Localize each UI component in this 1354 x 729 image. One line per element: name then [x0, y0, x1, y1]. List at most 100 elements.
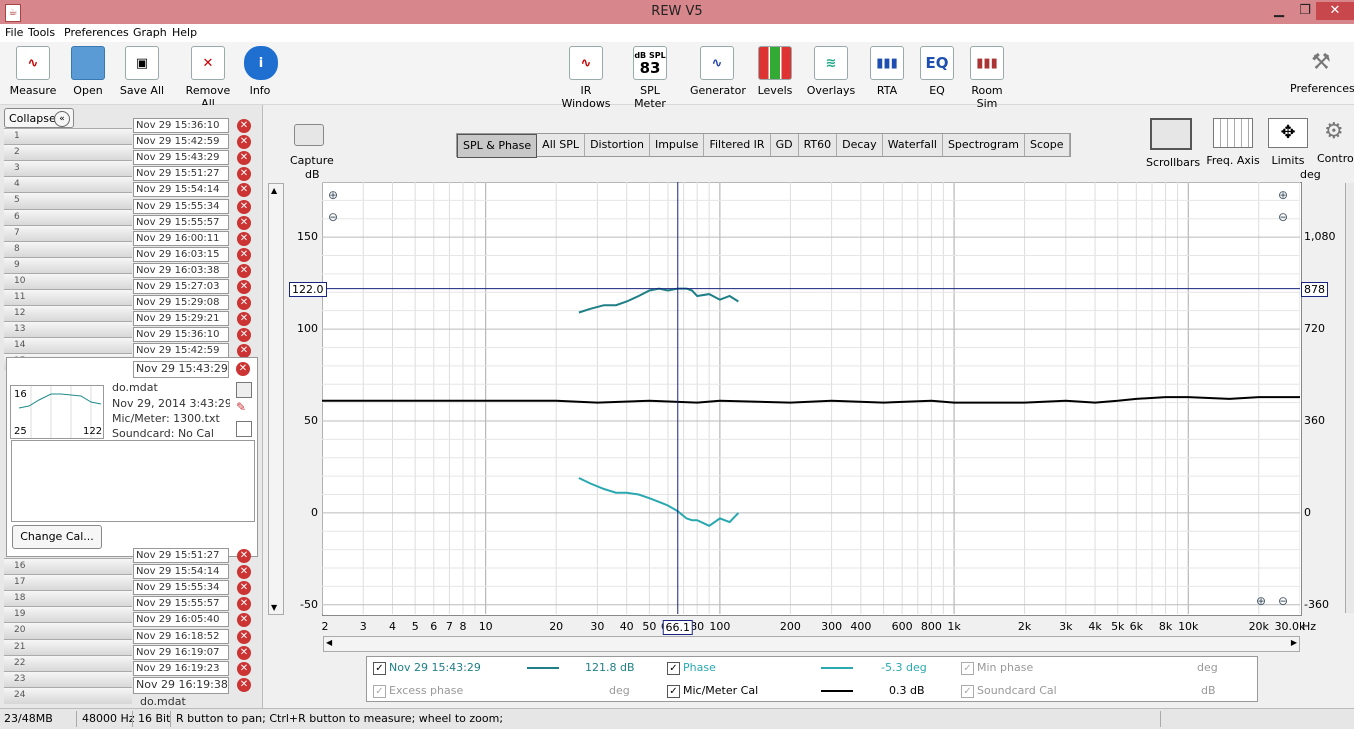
scroll-down-icon[interactable]: ▼: [271, 603, 277, 612]
generator-button[interactable]: ∿ Generator: [690, 46, 746, 97]
measurement-notes-field[interactable]: [11, 440, 255, 522]
selected-measurement-name[interactable]: Nov 29 15:43:29: [133, 361, 229, 378]
remove-measurement-icon[interactable]: ✕: [237, 565, 251, 580]
menu-graph[interactable]: Graph: [133, 26, 167, 39]
room-sim-button[interactable]: ▮▮▮ Room Sim: [960, 46, 1014, 110]
zoom-out-right-icon[interactable]: ⊖: [1278, 210, 1288, 224]
measurement-tab[interactable]: Nov 29 16:03:15: [133, 246, 229, 262]
right-scrollbar[interactable]: [1345, 183, 1354, 613]
measurement-stack-row[interactable]: 2: [4, 144, 132, 162]
ir-windows-button[interactable]: ∿ IR Windows: [556, 46, 616, 110]
graph-tab[interactable]: All SPL: [537, 134, 586, 156]
measurement-stack-row[interactable]: 19: [4, 606, 132, 624]
eq-button[interactable]: EQ EQ: [920, 46, 954, 97]
measurement-stack-row[interactable]: 8: [4, 240, 132, 258]
limits-button[interactable]: ✥ Limits: [1268, 118, 1308, 167]
graph-tab[interactable]: Distortion: [585, 134, 650, 156]
measurement-tab[interactable]: Nov 29 15:54:14: [133, 182, 229, 198]
measurement-stack-row[interactable]: 20: [4, 622, 132, 640]
rta-button[interactable]: ▮▮▮ RTA: [870, 46, 904, 97]
info-button[interactable]: i Info: [244, 46, 278, 97]
vertical-scrollbar[interactable]: ▲ ▼: [268, 183, 284, 615]
overlays-button[interactable]: ≋ Overlays: [806, 46, 856, 97]
measurement-stack-row[interactable]: 5: [4, 192, 132, 210]
menu-preferences[interactable]: Preferences: [64, 26, 129, 39]
remove-measurement-icon[interactable]: ✕: [237, 231, 251, 246]
measurement-stack-row[interactable]: 3: [4, 160, 132, 178]
measurement-stack-row[interactable]: 18: [4, 590, 132, 608]
measurement-tab[interactable]: Nov 29 15:36:10: [133, 118, 229, 133]
legend-check-phase[interactable]: ✓: [667, 662, 680, 675]
collapse-button[interactable]: Collapse «: [4, 108, 74, 128]
maximize-button[interactable]: ❐: [1292, 2, 1318, 20]
minimize-button[interactable]: ▁: [1266, 2, 1292, 20]
remove-measurement-icon[interactable]: ✕: [237, 135, 251, 150]
legend-check-excess-phase[interactable]: ✓: [373, 685, 386, 698]
zoom-out-x-icon[interactable]: ⊖: [1278, 594, 1288, 608]
spl-meter-button[interactable]: dB SPL 83 SPL Meter: [624, 46, 676, 110]
zoom-in-x-icon[interactable]: ⊕: [1256, 594, 1266, 608]
graph-tab[interactable]: Spectrogram: [943, 134, 1026, 156]
graph-tab[interactable]: Impulse: [650, 134, 705, 156]
measurement-stack-row[interactable]: 4: [4, 176, 132, 194]
measurement-stack-row[interactable]: 13: [4, 321, 132, 339]
measurement-tab[interactable]: Nov 29 15:29:08: [133, 295, 229, 311]
graph-tab[interactable]: RT60: [799, 134, 838, 156]
legend-check-min-phase[interactable]: ✓: [961, 662, 974, 675]
menu-file[interactable]: File: [5, 26, 23, 39]
zoom-out-icon[interactable]: ⊖: [328, 210, 338, 224]
zoom-in-right-icon[interactable]: ⊕: [1278, 188, 1288, 202]
measurement-tab[interactable]: Nov 29 16:03:38: [133, 262, 229, 278]
notes-icon[interactable]: [236, 421, 252, 437]
measurement-tab[interactable]: Nov 29 15:42:59: [133, 134, 229, 150]
scroll-up-icon[interactable]: ▲: [271, 186, 277, 195]
remove-measurement-icon[interactable]: ✕: [237, 280, 251, 294]
graph-tab[interactable]: Decay: [837, 134, 883, 156]
graph-tab[interactable]: Waterfall: [883, 134, 943, 156]
measurement-stack-row[interactable]: 1: [4, 128, 132, 145]
measurement-tab[interactable]: Nov 29 15:27:03: [133, 279, 229, 294]
menu-tools[interactable]: Tools: [28, 26, 55, 39]
remove-measurement-icon[interactable]: ✕: [237, 247, 251, 262]
graph-tab[interactable]: GD: [771, 134, 799, 156]
plot-canvas[interactable]: [322, 182, 1300, 614]
measurement-tab[interactable]: Nov 29 15:51:27: [133, 166, 229, 182]
measurement-stack-row[interactable]: 23: [4, 670, 132, 688]
measurement-tab[interactable]: Nov 29 15:43:29: [133, 150, 229, 166]
measurement-stack-row[interactable]: 14: [4, 337, 132, 355]
remove-measurement-icon[interactable]: ✕: [237, 549, 251, 563]
remove-measurement-icon[interactable]: ✕: [237, 296, 251, 311]
remove-measurement-icon[interactable]: ✕: [237, 645, 251, 660]
remove-measurement-icon[interactable]: ✕: [237, 263, 251, 278]
measurement-stack-row[interactable]: 7: [4, 224, 132, 242]
measurement-tab[interactable]: Nov 29 15:36:10: [133, 327, 229, 343]
measurement-stack-row[interactable]: 10: [4, 272, 132, 290]
measurement-stack-row[interactable]: 24: [4, 686, 132, 704]
scroll-left-icon[interactable]: ◀: [326, 638, 332, 647]
measurement-stack-row[interactable]: 6: [4, 208, 132, 226]
graph-tab[interactable]: Scope: [1025, 134, 1070, 156]
remove-measurement-icon[interactable]: ✕: [237, 215, 251, 230]
measurement-tab[interactable]: Nov 29 16:19:07: [133, 644, 229, 660]
measurement-stack-row[interactable]: 21: [4, 638, 132, 656]
remove-measurement-icon[interactable]: ✕: [237, 661, 251, 676]
remove-all-button[interactable]: ✕ Remove All: [178, 46, 238, 110]
measurement-tab[interactable]: Nov 29 15:55:57: [133, 214, 229, 230]
remove-measurement-icon[interactable]: ✕: [237, 119, 251, 133]
legend-check-mic-cal[interactable]: ✓: [667, 685, 680, 698]
pencil-icon[interactable]: ✎: [236, 400, 250, 414]
change-cal-button[interactable]: Change Cal...: [12, 525, 102, 549]
scrollbars-button[interactable]: Scrollbars: [1146, 118, 1200, 169]
measurement-tab[interactable]: Nov 29 16:00:11: [133, 230, 229, 246]
close-button[interactable]: ✕: [1316, 2, 1354, 20]
remove-measurement-icon[interactable]: ✕: [237, 677, 251, 692]
legend-check-measurement[interactable]: ✓: [373, 662, 386, 675]
measurement-tab[interactable]: Nov 29 15:29:21: [133, 311, 229, 327]
remove-measurement-icon[interactable]: ✕: [236, 362, 250, 376]
legend-check-soundcard-cal[interactable]: ✓: [961, 685, 974, 698]
remove-measurement-icon[interactable]: ✕: [237, 199, 251, 214]
measurement-tab[interactable]: Nov 29 16:19:23: [133, 660, 229, 676]
measurement-stack-row[interactable]: 16: [4, 558, 132, 575]
freq-axis-button[interactable]: Freq. Axis: [1206, 118, 1260, 167]
zoom-in-icon[interactable]: ⊕: [328, 188, 338, 202]
